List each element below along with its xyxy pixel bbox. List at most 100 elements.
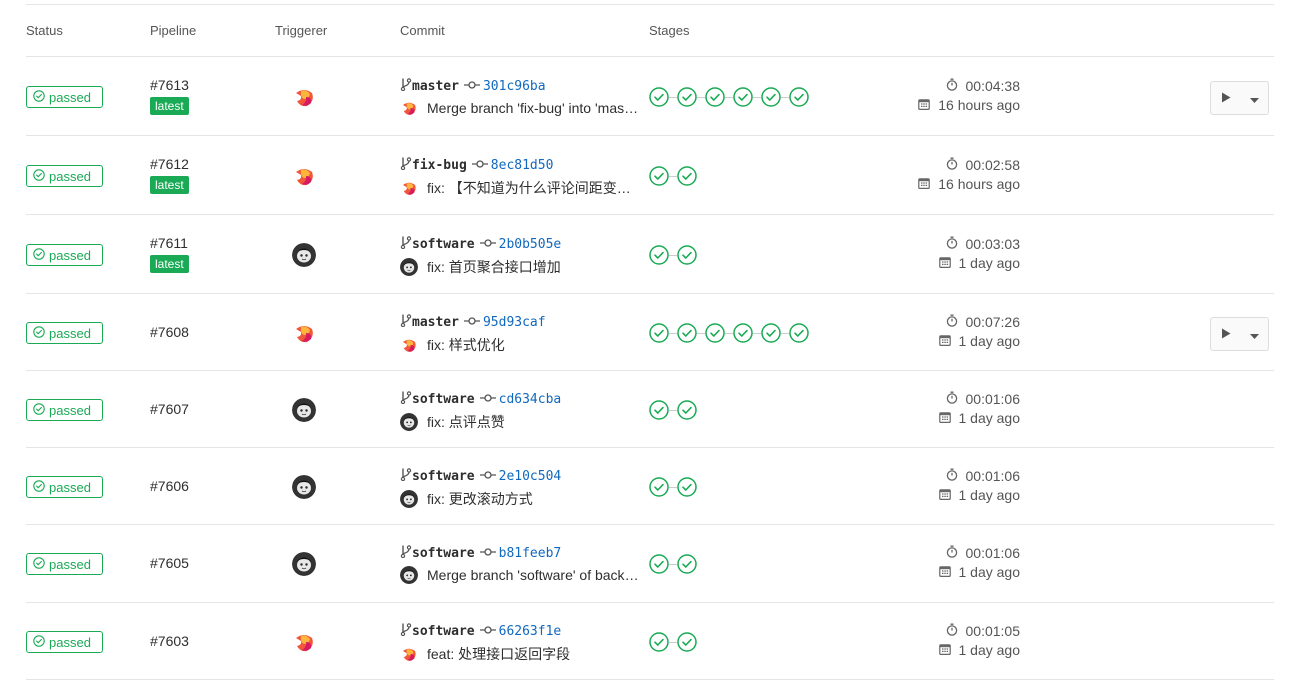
- branch-name-link[interactable]: software: [412, 237, 475, 252]
- branch-name-link[interactable]: software: [412, 392, 475, 407]
- branch-name-link[interactable]: master: [412, 315, 459, 330]
- stage-passed-icon[interactable]: [733, 323, 753, 343]
- commit-author-dark-avatar[interactable]: [400, 566, 418, 584]
- stage-passed-icon[interactable]: [677, 477, 697, 497]
- commit-message-link[interactable]: Merge branch 'fix-bug' into 'master': [427, 100, 640, 116]
- duration: 00:01:06: [965, 545, 1021, 561]
- pipeline-id-link[interactable]: #7612: [150, 156, 189, 172]
- stage-passed-icon[interactable]: [677, 166, 697, 186]
- status-badge[interactable]: passed: [26, 476, 103, 498]
- stage-connector: [725, 332, 733, 334]
- calendar-icon: [938, 410, 959, 426]
- stage-passed-icon[interactable]: [789, 323, 809, 343]
- stage-connector: [753, 332, 761, 334]
- stage-passed-icon[interactable]: [761, 323, 781, 343]
- branch-name-link[interactable]: master: [412, 79, 459, 94]
- triggerer-avatar[interactable]: [292, 630, 316, 654]
- stage-passed-icon[interactable]: [677, 400, 697, 420]
- branch-name-link[interactable]: fix-bug: [412, 158, 467, 173]
- status-badge[interactable]: passed: [26, 631, 103, 653]
- pipeline-id-link[interactable]: #7613: [150, 77, 189, 93]
- commit-message-link[interactable]: Merge branch 'software' of backend: [427, 567, 640, 583]
- stage-passed-icon[interactable]: [649, 87, 669, 107]
- play-icon: [1221, 90, 1231, 106]
- finished-time: 1 day ago: [958, 255, 1021, 271]
- pipeline-id-link[interactable]: #7606: [150, 478, 189, 494]
- commit-sha-link[interactable]: b81feeb7: [499, 546, 562, 561]
- branch-icon: [400, 235, 412, 253]
- stage-passed-icon[interactable]: [789, 87, 809, 107]
- pipeline-timing: 00:01:06 1 day ago: [938, 545, 1021, 580]
- commit-author-dark-avatar[interactable]: [400, 413, 418, 431]
- stage-passed-icon[interactable]: [649, 632, 669, 652]
- status-badge[interactable]: passed: [26, 165, 103, 187]
- commit-sha-link[interactable]: 301c96ba: [483, 79, 546, 94]
- commit-author-gradient-avatar[interactable]: [400, 179, 418, 197]
- triggerer-avatar[interactable]: [292, 475, 316, 499]
- branch-name-link[interactable]: software: [412, 546, 475, 561]
- commit-message-link[interactable]: feat: 处理接口返回字段: [427, 644, 570, 664]
- commit-sha-link[interactable]: 66263f1e: [499, 624, 562, 639]
- stage-passed-icon[interactable]: [705, 323, 725, 343]
- status-badge[interactable]: passed: [26, 244, 103, 266]
- stages-group: [649, 87, 809, 107]
- branch-icon: [400, 544, 412, 562]
- stage-passed-icon[interactable]: [677, 632, 697, 652]
- pipeline-id-link[interactable]: #7605: [150, 555, 189, 571]
- commit-sha-link[interactable]: 95d93caf: [483, 315, 546, 330]
- triggerer-avatar[interactable]: [292, 398, 316, 422]
- triggerer-avatar[interactable]: [292, 321, 316, 345]
- stage-passed-icon[interactable]: [649, 554, 669, 574]
- commit-ref: master 301c96ba: [400, 77, 546, 95]
- commit-author-gradient-avatar[interactable]: [400, 99, 418, 117]
- branch-name-link[interactable]: software: [412, 624, 475, 639]
- stage-passed-icon[interactable]: [649, 166, 669, 186]
- commit-sha-link[interactable]: 8ec81d50: [491, 158, 554, 173]
- commit-message-link[interactable]: fix: 更改滚动方式: [427, 489, 533, 509]
- stage-passed-icon[interactable]: [677, 554, 697, 574]
- triggerer-avatar[interactable]: [292, 243, 316, 267]
- pipeline-id-link[interactable]: #7607: [150, 401, 189, 417]
- commit-author-gradient-avatar[interactable]: [400, 336, 418, 354]
- stage-passed-icon[interactable]: [649, 477, 669, 497]
- triggerer-avatar[interactable]: [292, 552, 316, 576]
- stage-passed-icon[interactable]: [677, 323, 697, 343]
- branch-name-link[interactable]: software: [412, 469, 475, 484]
- manual-actions-dropdown[interactable]: [1210, 317, 1269, 351]
- stage-passed-icon[interactable]: [677, 245, 697, 265]
- pipeline-id-link[interactable]: #7611: [150, 235, 188, 251]
- commit-sha-link[interactable]: 2b0b505e: [499, 237, 562, 252]
- status-badge[interactable]: passed: [26, 322, 103, 344]
- triggerer-avatar[interactable]: [292, 85, 316, 109]
- status-badge[interactable]: passed: [26, 553, 103, 575]
- status-badge[interactable]: passed: [26, 399, 103, 421]
- manual-actions-dropdown[interactable]: [1210, 81, 1269, 115]
- commit-author-gradient-avatar[interactable]: [400, 645, 418, 663]
- commit-icon: [463, 315, 480, 330]
- commit-sha-link[interactable]: cd634cba: [499, 392, 562, 407]
- branch-icon: [400, 313, 412, 331]
- stage-passed-icon[interactable]: [649, 245, 669, 265]
- stage-connector: [697, 96, 705, 98]
- commit-sha-link[interactable]: 2e10c504: [499, 469, 562, 484]
- pipeline-id-link[interactable]: #7603: [150, 633, 189, 649]
- pipeline-id-link[interactable]: #7608: [150, 324, 189, 340]
- commit-message-link[interactable]: fix: 【不知道为什么评论间距变小了】: [427, 178, 640, 198]
- stage-passed-icon[interactable]: [733, 87, 753, 107]
- triggerer-avatar[interactable]: [292, 164, 316, 188]
- stage-passed-icon[interactable]: [677, 87, 697, 107]
- pipeline-row: passed #7613 latest master 301c96ba Merg…: [0, 57, 1303, 136]
- commit-icon: [479, 237, 496, 252]
- status-badge[interactable]: passed: [26, 86, 103, 108]
- commit-message-link[interactable]: fix: 样式优化: [427, 335, 505, 355]
- commit-author-dark-avatar[interactable]: [400, 490, 418, 508]
- stage-passed-icon[interactable]: [649, 400, 669, 420]
- stage-passed-icon[interactable]: [705, 87, 725, 107]
- pipeline-timing: 00:07:26 1 day ago: [938, 314, 1020, 349]
- stages-group: [649, 477, 697, 497]
- commit-message-link[interactable]: fix: 点评点赞: [427, 412, 505, 432]
- stage-passed-icon[interactable]: [761, 87, 781, 107]
- commit-message-link[interactable]: fix: 首页聚合接口增加: [427, 257, 561, 277]
- commit-author-dark-avatar[interactable]: [400, 258, 418, 276]
- stage-passed-icon[interactable]: [649, 323, 669, 343]
